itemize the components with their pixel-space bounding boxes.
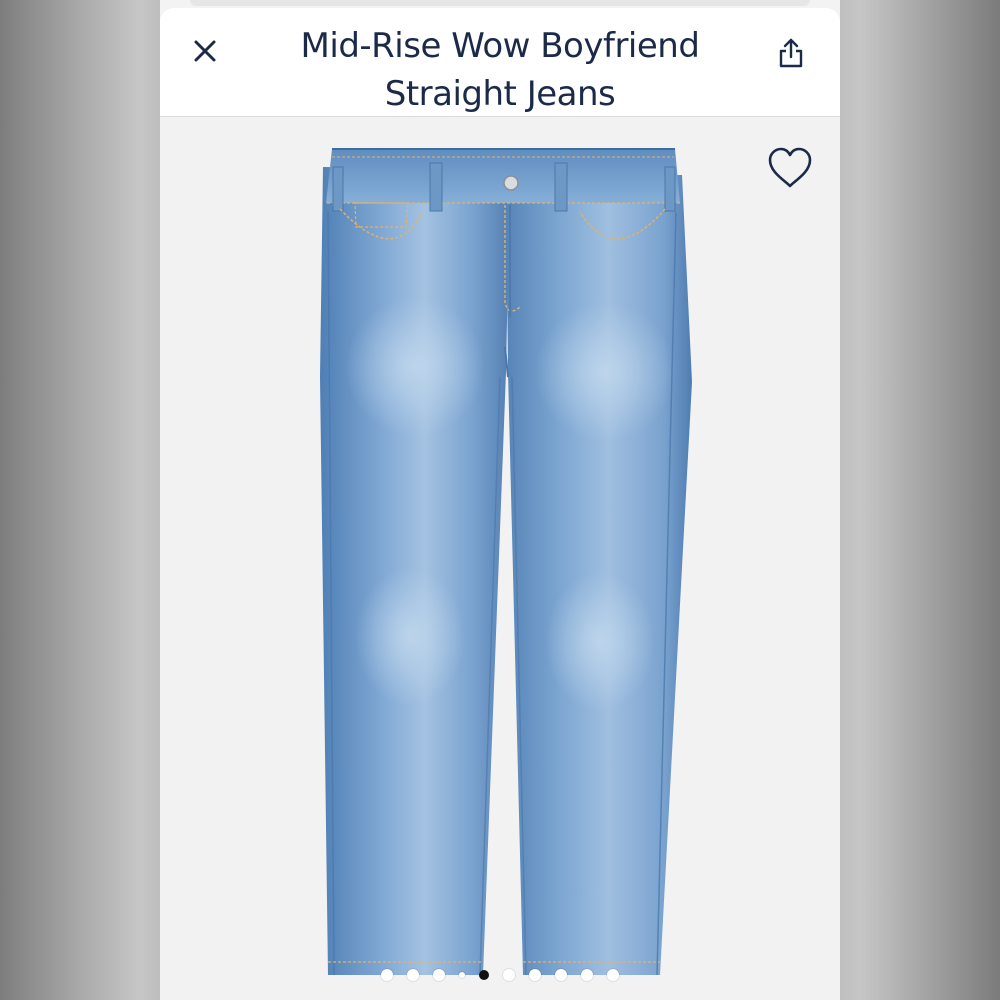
share-icon bbox=[779, 38, 803, 68]
product-image-sheet: Mid-Rise Wow Boyfriend Straight Jeans bbox=[160, 0, 840, 1000]
page-title: Mid-Rise Wow Boyfriend Straight Jeans bbox=[300, 26, 700, 114]
carousel-pagination bbox=[160, 965, 840, 985]
carousel-dot[interactable] bbox=[503, 969, 515, 981]
carousel-dot[interactable] bbox=[581, 969, 593, 981]
carousel-dot-active[interactable] bbox=[479, 970, 489, 980]
sheet-handle bbox=[190, 0, 810, 6]
product-image-jeans bbox=[320, 148, 692, 976]
carousel-dot[interactable] bbox=[607, 969, 619, 981]
share-button[interactable] bbox=[774, 34, 808, 72]
sheet-header: Mid-Rise Wow Boyfriend Straight Jeans bbox=[160, 8, 840, 117]
product-image-carousel[interactable] bbox=[160, 117, 840, 1000]
carousel-dot[interactable] bbox=[555, 969, 567, 981]
carousel-dot[interactable] bbox=[459, 972, 465, 978]
carousel-dot[interactable] bbox=[529, 969, 541, 981]
carousel-dot[interactable] bbox=[407, 969, 419, 981]
heart-outline-icon bbox=[768, 147, 812, 188]
carousel-dot[interactable] bbox=[433, 969, 445, 981]
favorite-button[interactable] bbox=[764, 143, 816, 193]
close-button[interactable] bbox=[188, 34, 222, 68]
close-icon bbox=[194, 40, 216, 62]
carousel-dot[interactable] bbox=[381, 969, 393, 981]
